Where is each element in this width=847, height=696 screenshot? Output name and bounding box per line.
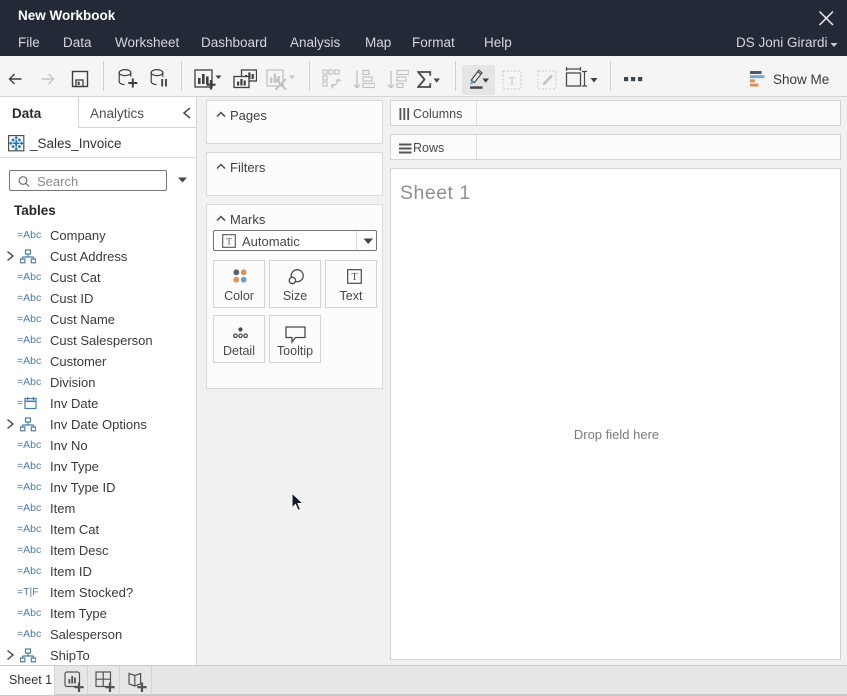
svg-text:T: T (351, 272, 357, 283)
svg-text:T: T (226, 238, 232, 248)
svg-text:T: T (508, 74, 516, 88)
